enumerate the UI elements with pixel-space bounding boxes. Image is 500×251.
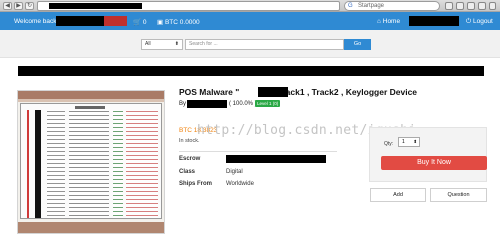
sheet-column-c: [113, 110, 123, 218]
ships-from-value: Worldwide: [226, 181, 254, 187]
divider: [179, 151, 337, 152]
forward-icon[interactable]: ▶: [14, 2, 23, 10]
level-badge: Level 1 (0): [255, 100, 281, 107]
class-label: Class: [179, 169, 196, 175]
cart-link[interactable]: 🛒 0: [133, 18, 147, 26]
browser-search-box[interactable]: G Startpage: [344, 1, 440, 11]
home-browser-icon[interactable]: [467, 2, 475, 10]
escrow-label: Escrow: [179, 156, 201, 162]
go-button[interactable]: Go: [344, 39, 371, 50]
power-icon: ⏻: [466, 18, 472, 25]
spreadsheet-screenshot: [20, 103, 162, 230]
redacted-account[interactable]: [409, 16, 459, 26]
sheet-column-b: [69, 110, 109, 218]
redacted-banner: [18, 66, 484, 76]
product-title: POS Malware " " Track1 , Track2 , Keylogg…: [179, 87, 417, 97]
btc-balance-link[interactable]: ▣ BTC 0.0000: [157, 18, 200, 26]
search-row: All ⬍ Search for ... Go: [0, 30, 500, 58]
image-top-strip: [18, 91, 164, 99]
cart-icon: 🛒: [133, 19, 142, 26]
home-label: Home: [382, 18, 401, 25]
extension-icon[interactable]: [489, 2, 496, 10]
search-engine-icon: G: [348, 3, 353, 9]
search-engine-label: Startpage: [358, 3, 385, 9]
sheet-title-bar: [75, 106, 105, 109]
stock-status: In stock.: [179, 138, 200, 144]
sheet-column-redacted: [35, 110, 41, 218]
product-image[interactable]: [17, 90, 165, 234]
redacted-title-word: [258, 87, 288, 97]
ships-from-label: Ships From: [179, 181, 213, 187]
chevron-down-icon: ⬍: [413, 139, 417, 144]
logout-link[interactable]: ⏻ Logout: [466, 18, 493, 26]
redacted-username-tag: [104, 16, 127, 26]
by-label: By: [179, 101, 187, 107]
image-top-strip-light: [18, 99, 164, 102]
wallet-icon: ▣: [157, 19, 164, 26]
sheet-column-red: [27, 110, 29, 218]
sheet-column-a: [47, 110, 65, 218]
menu-icon[interactable]: [478, 2, 486, 10]
buy-it-now-button[interactable]: Buy It Now: [381, 156, 487, 170]
home-link[interactable]: ⌂ Home: [377, 18, 400, 25]
bookmark-icon[interactable]: [445, 2, 453, 10]
address-bar[interactable]: [37, 1, 340, 11]
site-topbar: Welcome back 🛒 0 ▣ BTC 0.0000 ⌂ Home ⏻ L…: [0, 12, 500, 30]
download-icon[interactable]: [456, 2, 464, 10]
back-icon[interactable]: ◀: [3, 2, 12, 10]
welcome-text: Welcome back: [14, 18, 57, 25]
logout-label: Logout: [472, 18, 493, 25]
title-prefix: POS Malware ": [179, 87, 240, 97]
add-button[interactable]: Add: [370, 188, 426, 202]
qty-value: 1: [402, 139, 405, 145]
redacted-escrow: [226, 155, 326, 163]
purchase-box: [369, 127, 487, 182]
reload-icon[interactable]: ↻: [25, 2, 34, 10]
sheet-column-d: [126, 110, 158, 218]
title-suffix: " Track1 , Track2 , Keylogger Device: [271, 87, 418, 97]
qty-label: Qty:: [384, 141, 394, 147]
browser-toolbar: ◀ ▶ ↻ G Startpage: [0, 0, 500, 12]
category-value: All: [145, 41, 151, 47]
cart-count: 0: [142, 19, 147, 26]
chevron-down-icon: ⬍: [174, 41, 179, 47]
home-icon: ⌂: [377, 18, 381, 25]
image-bottom-strip: [18, 222, 164, 233]
redacted-url: [49, 3, 142, 9]
redacted-vendor[interactable]: [187, 100, 227, 108]
category-select[interactable]: All ⬍: [141, 39, 183, 50]
search-input[interactable]: Search for ...: [185, 39, 344, 50]
question-button[interactable]: Question: [430, 188, 487, 202]
btc-balance: BTC 0.0000: [164, 19, 200, 26]
qty-select[interactable]: 1 ⬍: [398, 137, 420, 147]
redacted-username: [56, 16, 108, 26]
class-value: Digital: [226, 169, 243, 175]
vendor-rating: ( 100.0% ): [229, 101, 257, 107]
